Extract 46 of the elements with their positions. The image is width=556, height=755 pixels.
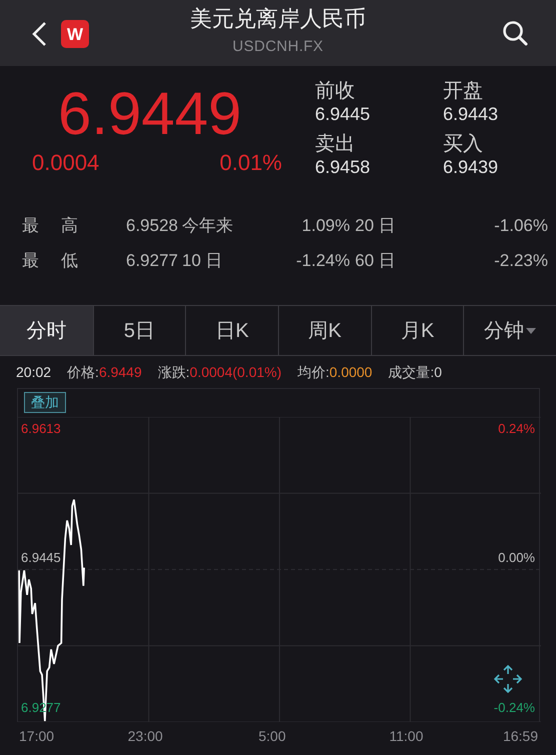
time-label: 20:02 <box>16 362 52 382</box>
time-axis-label: 5:00 <box>258 727 286 746</box>
stat-value: -2.23% <box>493 250 548 272</box>
price-level-label: 6.9445 <box>21 550 61 566</box>
time-axis-label: 16:59 <box>502 727 538 746</box>
stat-label: 最高 <box>22 214 86 237</box>
last-price: 6.9449 <box>58 82 243 146</box>
field-label: 前收 <box>315 79 356 103</box>
time-axis-label: 11:00 <box>389 727 424 746</box>
field-value: 6.9458 <box>315 156 372 178</box>
app-logo: W <box>61 20 89 48</box>
stat-label: 最低 <box>22 250 86 272</box>
stat-value: -1.24% <box>295 250 350 272</box>
price-level-label: 6.9613 <box>21 421 61 437</box>
stat-label: 20 日 <box>354 214 397 237</box>
stat-value: -1.06% <box>493 214 548 237</box>
field-label: 买入 <box>443 132 484 156</box>
field-value: 6.9443 <box>443 103 500 125</box>
stat-label: 今年来 <box>181 214 234 237</box>
percent-change: 0.01% <box>220 150 282 176</box>
price-change: 0.0004 <box>32 150 100 176</box>
percent-label: 0.00% <box>498 550 535 566</box>
expand-icon[interactable] <box>493 664 523 694</box>
time-axis-label: 17:00 <box>19 727 54 746</box>
percent-label: -0.24% <box>494 700 535 716</box>
percent-label: 0.24% <box>498 421 535 437</box>
field-label: 卖出 <box>315 132 356 156</box>
field-label: 开盘 <box>443 79 484 103</box>
field-value: 6.9439 <box>443 156 500 178</box>
info-item: 价格:6.9449 <box>67 362 142 382</box>
info-item: 均价:0.0000 <box>298 362 372 382</box>
chart-tab[interactable]: 分时 <box>0 306 93 355</box>
stat-value: 6.9277 <box>125 250 178 272</box>
time-axis-label: 23:00 <box>128 727 163 746</box>
search-button[interactable] <box>502 20 528 46</box>
symbol-code: USDCNH.FX <box>232 38 324 56</box>
info-item: 涨跌:0.0004(0.01%) <box>158 362 282 382</box>
overlay-button[interactable]: 叠加 <box>24 392 66 413</box>
field-value: 6.9445 <box>315 103 372 125</box>
stat-label: 60 日 <box>354 250 397 272</box>
page-title: 美元兑离岸人民币 <box>190 6 366 32</box>
stat-label: 10 日 <box>181 250 224 272</box>
info-item: 成交量:0 <box>388 362 442 382</box>
back-button[interactable] <box>30 20 48 48</box>
stat-value: 1.09% <box>300 214 350 237</box>
stat-value: 6.9528 <box>125 214 178 237</box>
